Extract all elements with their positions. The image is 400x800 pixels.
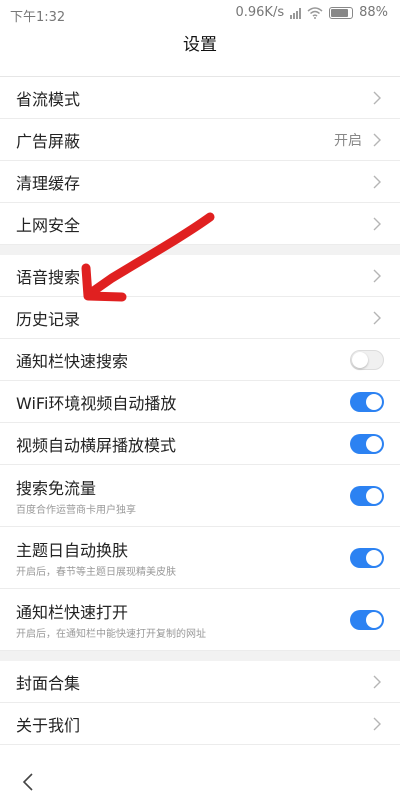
settings-row-label: 历史记录 xyxy=(16,309,81,329)
chevron-right-icon xyxy=(373,717,381,730)
chevron-right-icon xyxy=(373,133,381,146)
settings-row-label: 广告屏蔽 xyxy=(16,131,81,151)
chevron-right-icon xyxy=(373,311,381,324)
chevron-right-icon xyxy=(373,217,381,230)
battery-icon xyxy=(329,6,354,19)
toggle-switch[interactable] xyxy=(350,547,384,568)
group-gap xyxy=(0,651,400,661)
toggle-knob xyxy=(366,487,382,504)
toggle-knob xyxy=(366,611,382,628)
battery-level: 88% xyxy=(359,5,388,20)
wifi-icon xyxy=(307,6,323,19)
page-header: 设置 xyxy=(0,28,400,66)
settings-row[interactable]: 搜索免流量百度合作运营商卡用户独享 xyxy=(0,465,400,527)
page-title: 设置 xyxy=(183,35,217,55)
toggle-switch[interactable] xyxy=(350,349,384,370)
settings-row[interactable]: 视频自动横屏播放模式 xyxy=(0,423,400,465)
toggle-switch[interactable] xyxy=(350,433,384,454)
toggle-knob xyxy=(352,351,368,368)
group-gap xyxy=(0,245,400,255)
status-time: 下午1:32 xyxy=(10,10,66,25)
chevron-right-icon xyxy=(373,675,381,688)
back-icon[interactable] xyxy=(20,772,36,792)
settings-row-label: 通知栏快速搜索 xyxy=(16,351,129,371)
settings-row-label: 清理缓存 xyxy=(16,173,81,193)
network-speed: 0.96K/s xyxy=(235,5,285,20)
chevron-right-icon xyxy=(373,269,381,282)
toggle-switch[interactable] xyxy=(350,609,384,630)
settings-row-description: 开启后，在通知栏中能快速打开复制的网址 xyxy=(16,629,206,640)
settings-row-label: 通知栏快速打开 xyxy=(16,603,129,622)
settings-row[interactable]: 历史记录 xyxy=(0,297,400,339)
settings-row-label: 关于我们 xyxy=(16,715,81,735)
settings-row[interactable]: 关于我们 xyxy=(0,703,400,745)
settings-row-label: 上网安全 xyxy=(16,215,81,235)
settings-row-label: 搜索免流量 xyxy=(16,479,97,498)
settings-row[interactable]: 通知栏快速搜索 xyxy=(0,339,400,381)
settings-row[interactable]: 省流模式 xyxy=(0,77,400,119)
settings-row[interactable]: 上网安全 xyxy=(0,203,400,245)
settings-row[interactable]: WiFi环境视频自动播放 xyxy=(0,381,400,423)
settings-row[interactable]: 主题日自动换肤开启后，春节等主题日展现精美皮肤 xyxy=(0,527,400,589)
signal-icon xyxy=(290,7,302,19)
bottom-bar xyxy=(0,764,400,800)
settings-row-description: 开启后，春节等主题日展现精美皮肤 xyxy=(16,567,176,578)
chevron-right-icon xyxy=(373,91,381,104)
toggle-knob xyxy=(366,435,382,452)
settings-list: 省流模式广告屏蔽 开启清理缓存上网安全语音搜索历史记录通知栏快速搜索 WiFi环境视… xyxy=(0,77,400,745)
toggle-switch[interactable] xyxy=(350,485,384,506)
status-right: 0.96K/s 88% xyxy=(235,5,388,20)
settings-row-label: 视频自动横屏播放模式 xyxy=(16,435,177,455)
settings-row[interactable]: 语音搜索 xyxy=(0,255,400,297)
toggle-knob xyxy=(366,393,382,410)
settings-row-label: WiFi环境视频自动播放 xyxy=(16,393,177,413)
settings-row[interactable]: 封面合集 xyxy=(0,661,400,703)
settings-row-value: 开启 xyxy=(334,132,362,149)
settings-row-label: 省流模式 xyxy=(16,89,81,109)
settings-row-description: 百度合作运营商卡用户独享 xyxy=(16,505,136,516)
chevron-right-icon xyxy=(373,175,381,188)
settings-row-label: 主题日自动换肤 xyxy=(16,541,129,560)
status-bar: 下午1:32 0.96K/s 88% xyxy=(0,0,400,28)
settings-row-label: 语音搜索 xyxy=(16,267,81,287)
settings-row[interactable]: 通知栏快速打开开启后，在通知栏中能快速打开复制的网址 xyxy=(0,589,400,651)
settings-row-label: 封面合集 xyxy=(16,673,81,693)
settings-row[interactable]: 广告屏蔽 开启 xyxy=(0,119,400,161)
settings-row[interactable]: 清理缓存 xyxy=(0,161,400,203)
toggle-switch[interactable] xyxy=(350,391,384,412)
toggle-knob xyxy=(366,549,382,566)
